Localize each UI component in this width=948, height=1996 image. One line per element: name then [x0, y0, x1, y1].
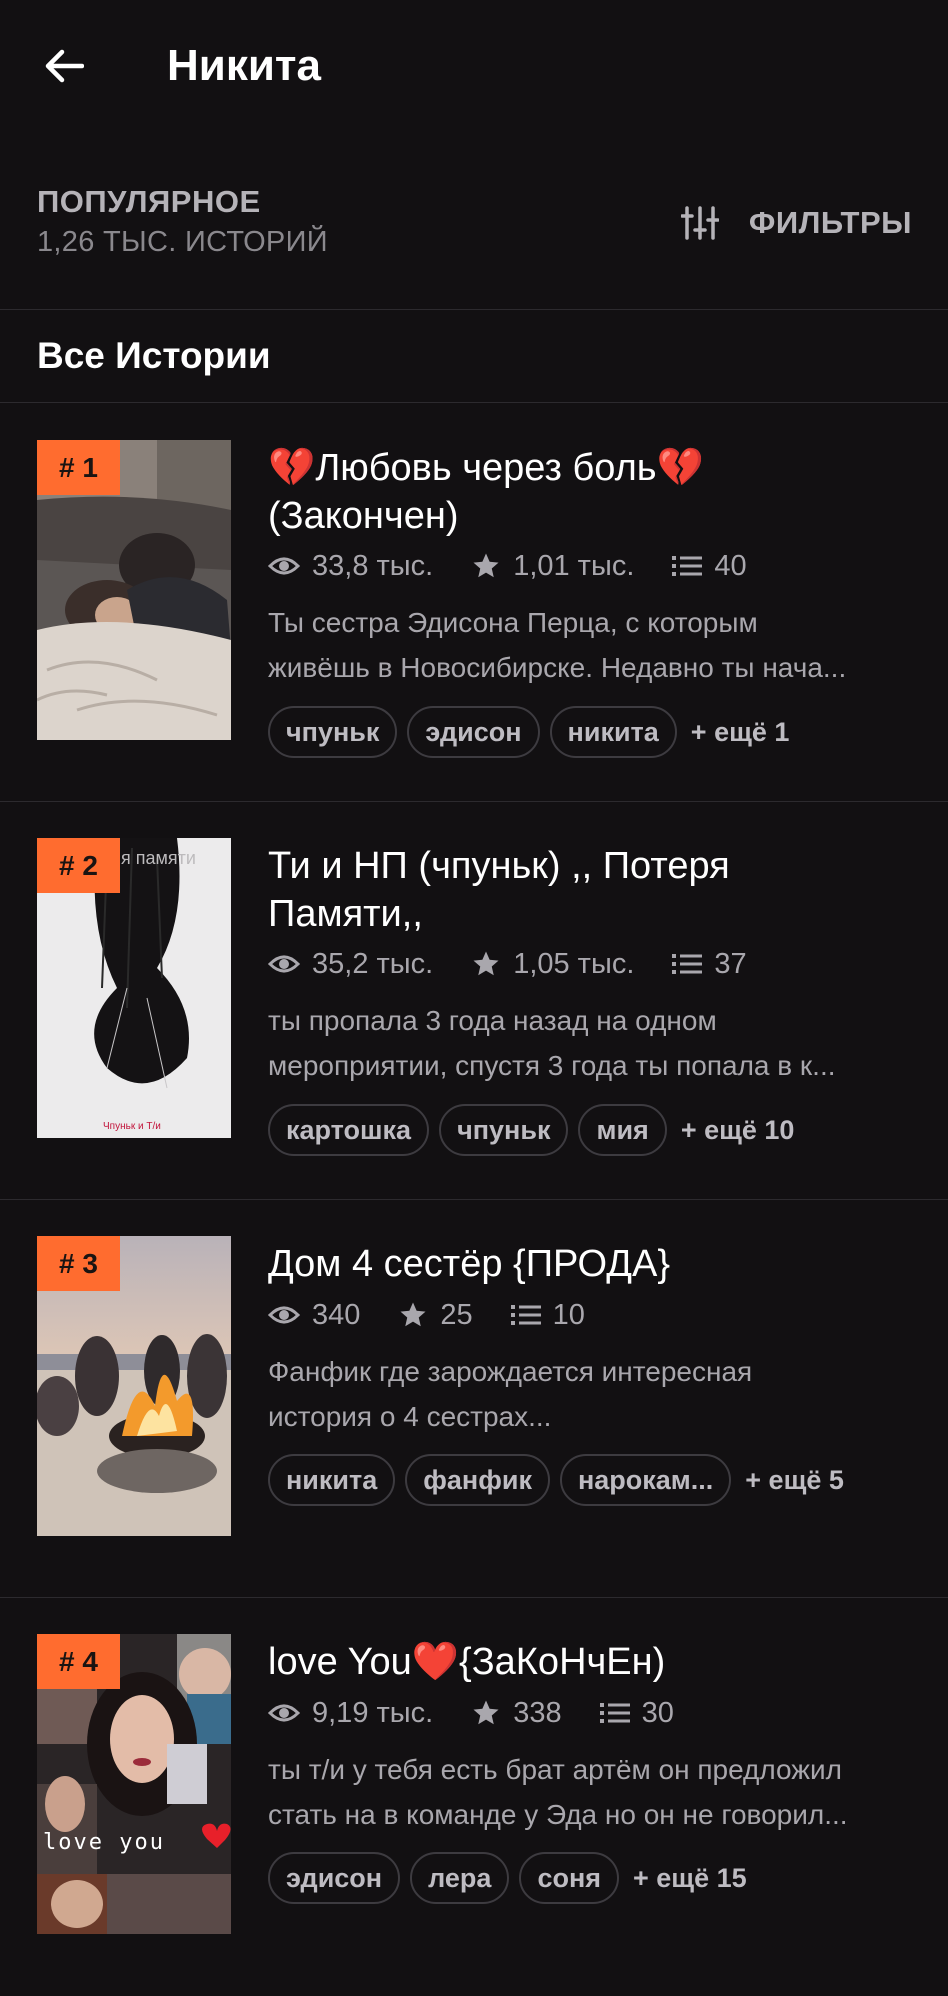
- more-tags-link[interactable]: + ещё 15: [633, 1863, 747, 1894]
- parts-stat: 30: [599, 1697, 674, 1730]
- story-description: Ты сестра Эдисона Перца, с которым живёш…: [268, 607, 847, 683]
- votes-stat: 338: [471, 1697, 562, 1730]
- rank-badge: # 4: [37, 1634, 120, 1689]
- reads-stat: 33,8 тыс.: [268, 550, 433, 583]
- tag-chip[interactable]: лера: [410, 1852, 510, 1904]
- story-cover[interactable]: love you # 4: [37, 1634, 231, 1934]
- rank-badge: # 1: [37, 440, 120, 495]
- story-card[interactable]: # 1 💔Любовь через боль💔 (Закончен) 33,8 …: [0, 404, 948, 802]
- tag-chip[interactable]: картошка: [268, 1104, 430, 1156]
- list-icon: [672, 556, 703, 576]
- list-icon: [510, 1305, 541, 1325]
- parts-stat: 37: [672, 948, 747, 981]
- star-icon: [473, 951, 499, 976]
- reads-stat: 9,19 тыс.: [268, 1697, 433, 1730]
- story-description: Фанфик где зарождается интересная истори…: [268, 1356, 753, 1432]
- tag-chip[interactable]: нарокам...: [559, 1454, 732, 1506]
- back-button[interactable]: [34, 36, 94, 96]
- star-icon: [400, 1302, 426, 1327]
- tag-list: никита фанфик нарокам... + ещё 5: [268, 1454, 844, 1506]
- page-title: Никита: [167, 41, 321, 90]
- votes-stat: 25: [398, 1299, 473, 1332]
- arrow-left-icon: [45, 49, 84, 83]
- votes-stat: 1,01 тыс.: [471, 550, 634, 583]
- tag-chip[interactable]: чпуньк: [268, 706, 398, 758]
- story-description: ты т/и у тебя есть брат артём он предлож…: [268, 1754, 848, 1830]
- story-title[interactable]: love You❤️{ЗаКоНчЕн): [268, 1638, 918, 1686]
- eye-icon: [268, 1704, 300, 1722]
- story-stats: 33,8 тыс. 1,01 тыс. 40: [268, 546, 785, 586]
- eye-icon: [268, 955, 300, 973]
- tag-chip[interactable]: чпуньк: [439, 1104, 569, 1156]
- story-cover[interactable]: # 1: [37, 440, 231, 740]
- story-count: 1,26 ТЫС. ИСТОРИЙ: [37, 226, 328, 258]
- parts-stat: 40: [672, 550, 747, 583]
- more-tags-link[interactable]: + ещё 1: [691, 717, 790, 748]
- story-title[interactable]: 💔Любовь через боль💔 (Закончен): [268, 444, 918, 540]
- story-stats: 9,19 тыс. 338 30: [268, 1693, 712, 1733]
- eye-icon: [268, 557, 300, 575]
- more-tags-link[interactable]: + ещё 10: [681, 1115, 795, 1146]
- more-tags-link[interactable]: + ещё 5: [745, 1465, 844, 1496]
- tag-chip[interactable]: соня: [519, 1852, 620, 1904]
- list-icon: [672, 954, 703, 974]
- tag-chip[interactable]: мия: [578, 1104, 667, 1156]
- parts-stat: 10: [510, 1299, 585, 1332]
- story-title[interactable]: Дом 4 сестёр {ПРОДА}: [268, 1240, 918, 1288]
- reads-stat: 35,2 тыс.: [268, 948, 433, 981]
- story-title[interactable]: Ти и НП (чпуньк) ,, Потеря Памяти,,: [268, 842, 918, 938]
- tag-list: картошка чпуньк мия + ещё 10: [268, 1104, 794, 1156]
- sliders-icon: [680, 206, 719, 240]
- rank-badge: # 3: [37, 1236, 120, 1291]
- eye-icon: [268, 1306, 300, 1324]
- story-stats: 340 25 10: [268, 1295, 623, 1335]
- tag-chip[interactable]: эдисон: [268, 1852, 401, 1904]
- tag-chip[interactable]: эдисон: [407, 706, 540, 758]
- tag-chip[interactable]: никита: [268, 1454, 396, 1506]
- story-card[interactable]: love you # 4 love You❤️{ЗаКоНчЕн) 9,19 т…: [0, 1598, 948, 1996]
- list-icon: [599, 1703, 630, 1723]
- story-cover[interactable]: я памяти Чпуньк и Т/и # 2: [37, 838, 231, 1138]
- tag-chip[interactable]: фанфик: [405, 1454, 550, 1506]
- cover-caption: love you: [43, 1830, 165, 1855]
- star-icon: [473, 553, 499, 578]
- story-description: ты пропала 3 года назад на одном меропри…: [268, 1005, 836, 1081]
- cover-caption-bottom: Чпуньк и Т/и: [103, 1121, 161, 1132]
- filters-button[interactable]: ФИЛЬТРЫ: [680, 198, 912, 248]
- rank-badge: # 2: [37, 838, 120, 893]
- sort-bar: ПОПУЛЯРНОЕ 1,26 ТЫС. ИСТОРИЙ ФИЛЬТРЫ: [0, 170, 948, 310]
- tag-list: чпуньк эдисон никита + ещё 1: [268, 706, 789, 758]
- sort-label[interactable]: ПОПУЛЯРНОЕ: [37, 184, 261, 220]
- filters-label: ФИЛЬТРЫ: [748, 205, 912, 240]
- star-icon: [473, 1700, 499, 1725]
- story-cover[interactable]: # 3: [37, 1236, 231, 1536]
- section-title: Все Истории: [37, 335, 271, 376]
- story-card[interactable]: я памяти Чпуньк и Т/и # 2 Ти и НП (чпунь…: [0, 802, 948, 1200]
- tag-chip[interactable]: никита: [549, 706, 677, 758]
- story-stats: 35,2 тыс. 1,05 тыс. 37: [268, 944, 785, 984]
- top-app-bar: Никита: [0, 0, 948, 132]
- tag-list: эдисон лера соня + ещё 15: [268, 1852, 747, 1904]
- votes-stat: 1,05 тыс.: [471, 948, 634, 981]
- cover-caption-top: я памяти: [121, 848, 196, 868]
- story-card[interactable]: # 3 Дом 4 сестёр {ПРОДА} 340 25 10 Фанфи…: [0, 1200, 948, 1598]
- reads-stat: 340: [268, 1299, 360, 1332]
- section-header: Все Истории: [0, 311, 948, 403]
